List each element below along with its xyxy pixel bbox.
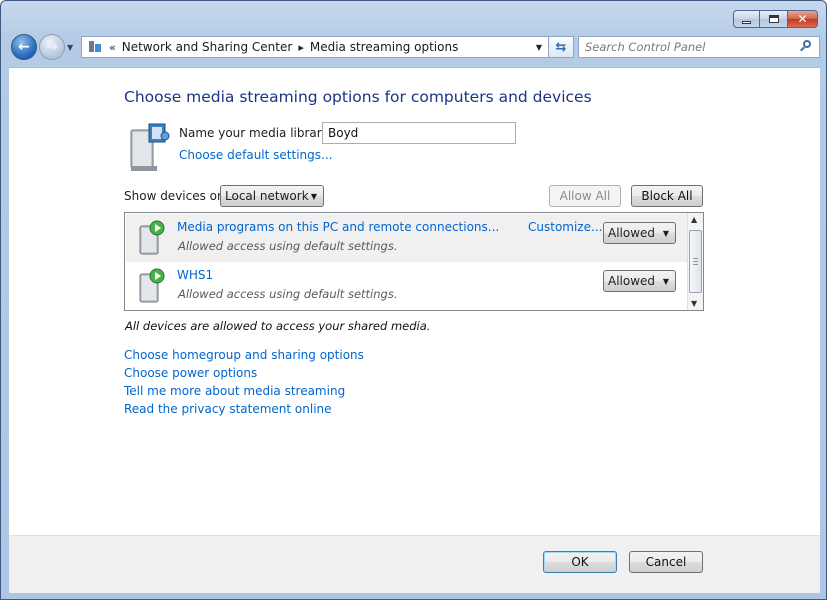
homegroup-sharing-link[interactable]: Choose homegroup and sharing options [124, 346, 364, 364]
block-all-button[interactable]: Block All [631, 185, 703, 207]
chevron-down-icon: ▼ [662, 276, 669, 286]
search-input[interactable] [579, 38, 798, 56]
chevron-down-icon: ▼ [662, 228, 669, 238]
minimize-icon [742, 20, 751, 24]
scroll-down-icon[interactable]: ▼ [691, 299, 697, 308]
media-streaming-help-link[interactable]: Tell me more about media streaming [124, 382, 364, 400]
ok-button[interactable]: OK [543, 551, 617, 573]
forward-arrow-icon: → [46, 39, 58, 55]
minimize-button[interactable] [733, 10, 760, 28]
device-list: Media programs on this PC and remote con… [124, 212, 704, 311]
caption-buttons: ✕ [733, 10, 818, 28]
dialog-footer: OK Cancel [9, 535, 820, 593]
close-icon: ✕ [797, 12, 808, 26]
device-permission-select[interactable]: Allowed ▼ [603, 270, 676, 292]
customize-link[interactable]: Customize... [528, 220, 602, 234]
maximize-button[interactable] [760, 10, 787, 28]
back-arrow-icon: ← [18, 39, 30, 55]
device-permission-select[interactable]: Allowed ▼ [603, 222, 676, 244]
media-device-icon [139, 220, 165, 255]
choose-default-settings-link[interactable]: Choose default settings... [179, 148, 332, 162]
show-devices-select[interactable]: Local network ▼ [220, 185, 324, 207]
library-name-label: Name your media library: [179, 126, 332, 140]
vertical-scrollbar[interactable]: ▲ ▼ [687, 213, 703, 310]
list-item[interactable]: Media programs on this PC and remote con… [126, 214, 688, 262]
address-bar[interactable]: « Network and Sharing Center ▸ Media str… [81, 36, 549, 58]
media-device-icon [139, 268, 165, 303]
power-options-link[interactable]: Choose power options [124, 364, 364, 382]
scroll-thumb[interactable] [689, 230, 702, 293]
control-panel-icon [87, 40, 103, 54]
device-permission-value: Allowed [608, 226, 656, 240]
page-title: Choose media streaming options for compu… [124, 88, 592, 106]
refresh-button[interactable]: ⇆ [548, 36, 574, 58]
media-library-icon [130, 123, 170, 171]
breadcrumb-overflow[interactable]: « [109, 41, 116, 54]
breadcrumb-media-streaming-options[interactable]: Media streaming options [310, 40, 458, 54]
list-item[interactable]: WHS1 Allowed access using default settin… [126, 262, 688, 310]
device-name-link[interactable]: WHS1 [177, 268, 213, 282]
navigation-bar: ← → ▼ « Network and Sharing Center ▸ Med… [9, 34, 820, 60]
address-dropdown-icon[interactable]: ▼ [536, 43, 542, 52]
content-area: Choose media streaming options for compu… [9, 67, 820, 593]
refresh-icon: ⇆ [555, 39, 567, 55]
search-box [578, 36, 820, 58]
breadcrumb-network-sharing-center[interactable]: Network and Sharing Center [122, 40, 293, 54]
device-description: Allowed access using default settings. [178, 287, 398, 301]
back-button[interactable]: ← [11, 34, 37, 60]
chevron-down-icon: ▼ [310, 191, 317, 201]
close-button[interactable]: ✕ [787, 10, 818, 28]
device-name-link[interactable]: Media programs on this PC and remote con… [177, 220, 499, 234]
device-description: Allowed access using default settings. [178, 239, 398, 253]
forward-button[interactable]: → [39, 34, 65, 60]
maximize-icon [768, 15, 779, 23]
privacy-statement-link[interactable]: Read the privacy statement online [124, 400, 364, 418]
show-devices-label: Show devices on: [124, 189, 229, 203]
window-frame: ✕ ← → ▼ « Network and Sharing Center ▸ M… [0, 0, 827, 600]
cancel-button[interactable]: Cancel [629, 551, 703, 573]
related-links: Choose homegroup and sharing options Cho… [124, 346, 364, 418]
show-devices-value: Local network [225, 189, 309, 203]
scroll-up-icon[interactable]: ▲ [691, 215, 697, 224]
library-name-input[interactable] [322, 122, 516, 144]
allow-all-button[interactable]: Allow All [549, 185, 621, 207]
search-icon[interactable] [798, 39, 814, 55]
device-permission-value: Allowed [608, 274, 656, 288]
recent-pages-dropdown-icon[interactable]: ▼ [67, 43, 73, 52]
sharing-status-note: All devices are allowed to access your s… [125, 319, 431, 333]
breadcrumb-separator[interactable]: ▸ [298, 41, 304, 54]
